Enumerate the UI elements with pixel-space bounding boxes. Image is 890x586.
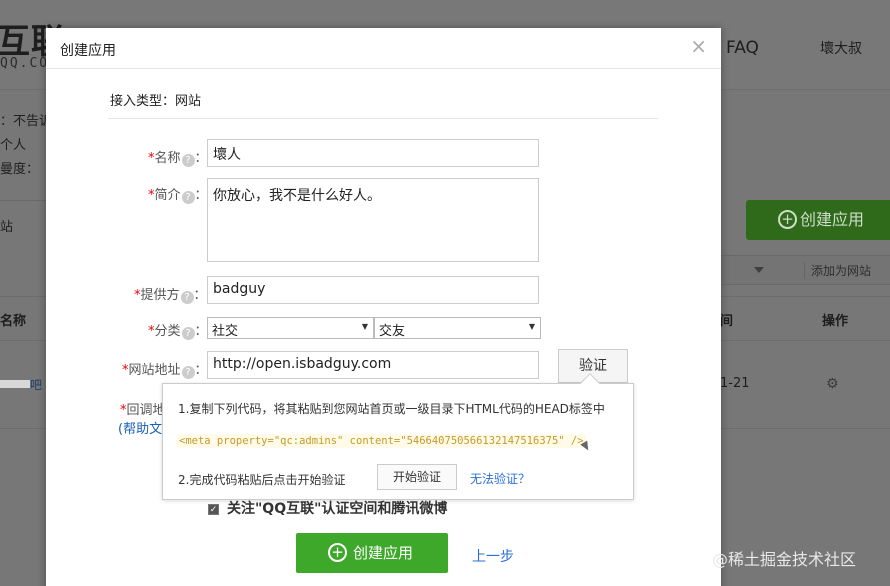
popover-step-2: 2.完成代码粘贴后点击开始验证	[178, 473, 346, 487]
cannot-verify-link[interactable]: 无法验证？	[470, 470, 530, 487]
start-verify-button[interactable]: 开始验证	[377, 464, 457, 490]
bg-tab-site[interactable]: 站	[0, 216, 13, 235]
chevron-down-icon[interactable]	[754, 267, 764, 273]
bg-create-app-button[interactable]: + 创建应用	[746, 200, 890, 240]
bg-row-name-bar	[0, 380, 30, 388]
create-app-modal: 创建应用 × 接入类型：网站 *名称?： 壞人 *简介?： 你放心，我不是什么好…	[46, 28, 721, 586]
access-type: 接入类型：网站	[110, 90, 201, 109]
bg-divider	[0, 200, 46, 201]
name-label: *名称?：	[148, 151, 208, 167]
verify-popover: 1.复制下列代码，将其粘贴到您网站首页或一级目录下HTML代码的HEAD标签中 …	[162, 373, 634, 500]
access-type-value: 网站	[175, 94, 202, 109]
create-app-label: 创建应用	[353, 544, 414, 562]
bg-filter-bar: 添加为网站	[718, 255, 890, 285]
gear-icon[interactable]: ⚙	[826, 376, 839, 392]
logo-subtext: QQ.CO	[0, 56, 50, 71]
close-icon[interactable]: ×	[690, 36, 707, 56]
category-select-1[interactable]: 社交 ▼	[207, 317, 374, 339]
nav-faq-link[interactable]: FAQ	[726, 38, 759, 58]
previous-step-link[interactable]: 上一步	[472, 546, 514, 566]
plus-circle-icon: +	[778, 210, 797, 229]
intro-label: *简介?：	[148, 188, 208, 204]
bg-col-ops: 操作	[822, 314, 849, 329]
provider-label: *提供方?：	[134, 288, 207, 304]
bg-profile-line-3: 曼度：	[0, 162, 40, 177]
bg-profile-line-2: 个人	[0, 138, 27, 153]
category-label: *分类?：	[148, 324, 208, 340]
bg-col-time: 间	[720, 314, 734, 329]
follow-label: 关注"QQ互联"认证空间和腾讯微博	[227, 501, 448, 517]
bg-profile-line-1: ：不告诉	[0, 114, 53, 129]
nav-user-name[interactable]: 壞大叔	[820, 38, 862, 58]
help-icon[interactable]: ?	[181, 366, 195, 379]
site-url-input[interactable]: http://open.isbadguy.com	[207, 351, 539, 379]
verify-meta-code[interactable]: <meta property="qc:admins" content="5466…	[177, 434, 586, 448]
plus-circle-icon: +	[328, 543, 347, 562]
help-doc-link[interactable]: (帮助文	[118, 418, 162, 437]
bg-row-name-suffix: 吧	[30, 378, 43, 392]
popover-step-1: 1.复制下列代码，将其粘贴到您网站首页或一级目录下HTML代码的HEAD标签中	[178, 402, 605, 416]
bg-add-site-button[interactable]: 添加为网站	[804, 262, 871, 279]
help-icon[interactable]: ?	[181, 154, 195, 167]
category-select-2[interactable]: 交友 ▼	[374, 317, 541, 339]
divider	[108, 118, 658, 119]
watermark: @稀土掘金技术社区	[712, 550, 857, 569]
dropdown-arrow-icon: ▼	[361, 322, 368, 331]
access-type-label: 接入类型：	[110, 94, 176, 109]
help-icon[interactable]: ?	[180, 291, 194, 304]
modal-title: 创建应用	[60, 43, 116, 59]
name-input[interactable]: 壞人	[207, 139, 539, 167]
bg-col-name: 名称	[0, 314, 27, 329]
callback-label: *回调地	[120, 403, 166, 418]
help-icon[interactable]: ?	[181, 327, 195, 340]
intro-textarea[interactable]: 你放心，我不是什么好人。	[207, 178, 539, 262]
bg-create-app-label: 创建应用	[800, 210, 865, 229]
bg-row-date: 1-21	[720, 376, 750, 391]
modal-header: 创建应用 ×	[46, 28, 721, 69]
create-app-button[interactable]: + 创建应用	[296, 533, 448, 573]
checkbox-checked-icon[interactable]: ✓	[208, 504, 219, 515]
provider-input[interactable]: badguy	[207, 276, 539, 304]
dropdown-arrow-icon: ▼	[528, 322, 535, 331]
help-icon[interactable]: ?	[181, 191, 195, 204]
follow-checkbox-row[interactable]: ✓ 关注"QQ互联"认证空间和腾讯微博	[208, 498, 447, 518]
site-url-label: *网站地址?：	[122, 363, 208, 379]
